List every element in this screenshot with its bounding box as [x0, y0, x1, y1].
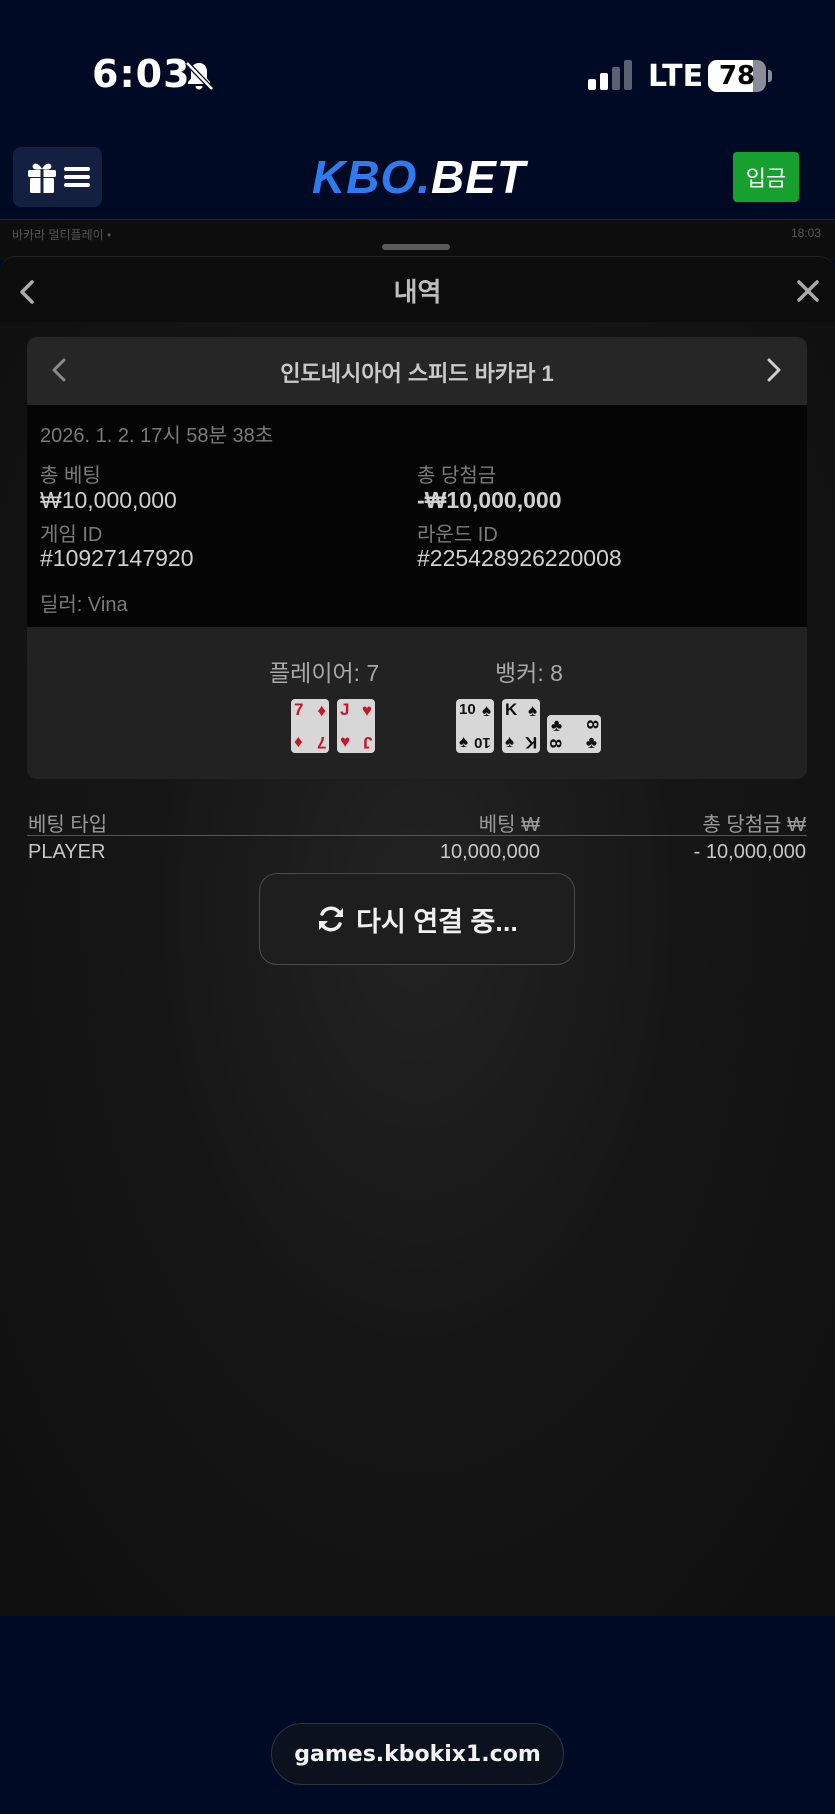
panel-drag-handle[interactable] — [382, 244, 450, 250]
bet-amount-cell: 10,000,000 — [439, 841, 540, 863]
bet-type-cell: PLAYER — [28, 841, 106, 863]
signal-icon — [588, 60, 632, 90]
banker-card-3: 8 ♣ ♣ 8 — [546, 715, 602, 753]
game-id-label: 게임 ID — [40, 524, 103, 546]
battery-percentage: 78 — [718, 61, 756, 91]
player-card-1: 7 ♦ ♦ 7 — [291, 699, 329, 753]
card-result-area — [27, 627, 807, 779]
banker-score: 뱅커: 8 — [495, 660, 563, 686]
menu-button[interactable] — [13, 147, 102, 207]
game-strip-time: 18:03 — [790, 226, 821, 240]
back-chevron-icon[interactable] — [16, 279, 38, 305]
logo-kbo: KBO — [312, 151, 418, 203]
bet-amount-header: 베팅 ₩ — [478, 814, 540, 836]
reconnecting-text: 다시 연결 중... — [356, 906, 518, 937]
game-id-value: #10927147920 — [40, 545, 194, 571]
bet-type-header: 베팅 타입 — [28, 814, 108, 836]
total-win-label: 총 당첨금 — [417, 465, 497, 487]
gift-icon — [27, 163, 56, 193]
next-game-chevron-icon[interactable] — [765, 357, 783, 383]
round-id-label: 라운드 ID — [417, 524, 498, 546]
close-icon[interactable] — [796, 279, 820, 303]
game-strip-title: 바카라 멀티플레이 • — [12, 228, 112, 242]
banker-card-1: 10 ♠ ♠ 10 — [456, 699, 494, 753]
network-type: LTE — [648, 59, 704, 94]
logo-bet: BET — [431, 151, 527, 203]
site-logo[interactable]: KBO.BET — [312, 150, 527, 206]
refresh-icon — [319, 906, 344, 932]
hamburger-icon — [63, 167, 90, 187]
url-bar[interactable]: games.kbokix1.com — [271, 1723, 564, 1785]
logo-dot: . — [417, 151, 432, 203]
game-title: 인도네시아어 스피드 바카라 1 — [280, 361, 554, 386]
battery-icon: 78 — [708, 60, 772, 92]
deposit-button[interactable]: 입금 — [733, 152, 799, 202]
status-time: 6:03 — [92, 52, 191, 96]
banker-card-2: K ♠ ♠ K — [502, 699, 540, 753]
url-text: games.kbokix1.com — [294, 1741, 541, 1767]
player-score: 플레이어: 7 — [269, 660, 380, 686]
round-id-value: #225428926220008 — [417, 545, 622, 571]
previous-game-chevron-icon[interactable] — [50, 357, 68, 383]
total-bet-value: ₩10,000,000 — [40, 487, 177, 513]
panel-title: 내역 — [393, 277, 442, 307]
reconnecting-toast: 다시 연결 중... — [259, 873, 575, 965]
total-bet-label: 총 베팅 — [40, 465, 101, 487]
player-card-2: J ♥ ♥ J — [337, 699, 375, 753]
total-win-value: -₩10,000,000 — [417, 487, 562, 513]
game-strip — [0, 220, 835, 260]
total-win-header: 총 당첨금 ₩ — [702, 814, 806, 836]
table-divider — [27, 835, 807, 836]
bell-slash-icon — [185, 61, 214, 91]
dealer-name: 딜러: Vina — [40, 594, 128, 616]
total-win-cell: - 10,000,000 — [693, 841, 806, 863]
game-datetime: 2026. 1. 2. 17시 58분 38초 — [40, 425, 274, 447]
